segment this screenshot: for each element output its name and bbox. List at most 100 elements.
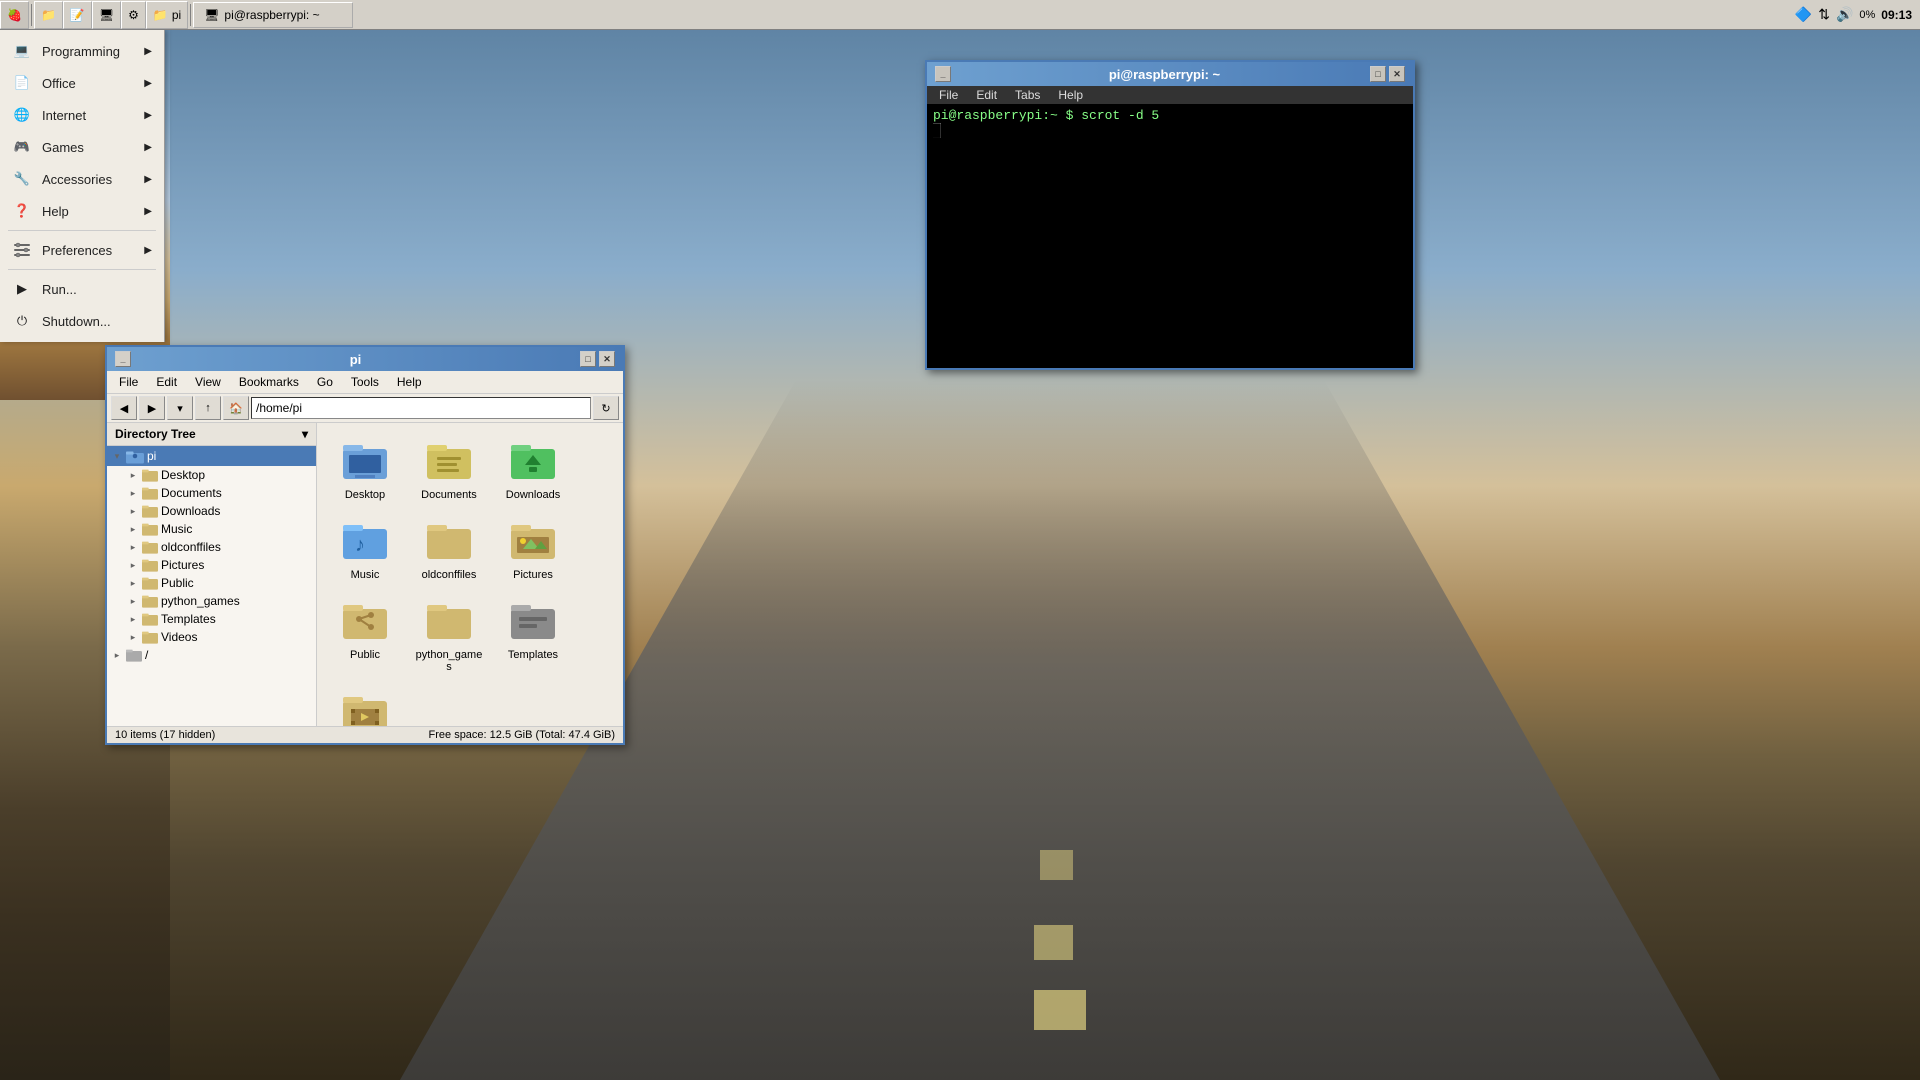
tree-item-music[interactable]: ▸ Music xyxy=(107,520,316,538)
menu-item-run[interactable]: ▶ Run... xyxy=(0,273,164,305)
term-menu-edit[interactable]: Edit xyxy=(968,87,1005,103)
oldconffiles-folder-icon xyxy=(425,517,473,565)
file-manager-titlebar[interactable]: _ pi □ ✕ xyxy=(107,347,623,371)
arrow-accessories: ▶ xyxy=(144,174,152,185)
help-icon: ❓ xyxy=(12,201,32,221)
menu-item-help[interactable]: ❓ Help ▶ xyxy=(0,195,164,227)
menu-bookmarks[interactable]: Bookmarks xyxy=(231,373,307,391)
minimize-button[interactable]: _ xyxy=(115,351,131,367)
tree-item-documents[interactable]: ▸ Documents xyxy=(107,484,316,502)
file-item-documents[interactable]: Documents xyxy=(409,431,489,507)
terminal-title: pi@raspberrypi: ~ xyxy=(959,67,1370,82)
menu-item-preferences[interactable]: Preferences ▶ xyxy=(0,234,164,266)
tree-item-public[interactable]: ▸ Public xyxy=(107,574,316,592)
terminal-maximize-btn[interactable]: □ xyxy=(1370,66,1386,82)
task-terminal-label: pi@raspberrypi: ~ xyxy=(224,8,319,22)
tree-item-pi[interactable]: ▾ pi xyxy=(107,446,316,466)
menu-item-programming[interactable]: 💻 Programming ▶ xyxy=(0,35,164,67)
forward-arrow-btn[interactable]: ▾ xyxy=(167,396,193,420)
term-menu-tabs[interactable]: Tabs xyxy=(1007,87,1048,103)
oldconffiles-label: oldconffiles xyxy=(422,569,477,581)
office-label: Office xyxy=(42,76,76,91)
menu-item-office[interactable]: 📄 Office ▶ xyxy=(0,67,164,99)
tree-root-icon xyxy=(126,648,142,662)
file-item-desktop[interactable]: Desktop xyxy=(325,431,405,507)
desktop-label: Desktop xyxy=(345,489,385,501)
text-editor-button[interactable]: 📝 xyxy=(63,1,92,29)
file-item-public[interactable]: Public xyxy=(325,591,405,679)
tree-pi-label: pi xyxy=(147,449,156,463)
back-button[interactable]: ◀ xyxy=(111,396,137,420)
tree-item-python-games[interactable]: ▸ python_games xyxy=(107,592,316,610)
run-icon: ▶ xyxy=(12,279,32,299)
terminal-body[interactable]: pi@raspberrypi:~ $ scrot -d 5 █ xyxy=(927,104,1413,368)
terminal-titlebar[interactable]: _ pi@raspberrypi: ~ □ ✕ xyxy=(927,62,1413,86)
directory-tree-label: Directory Tree xyxy=(115,427,196,441)
config-button[interactable]: ⚙ xyxy=(121,1,146,29)
file-item-templates[interactable]: Templates xyxy=(493,591,573,679)
menu-edit[interactable]: Edit xyxy=(148,373,185,391)
tree-item-pictures[interactable]: ▸ Pictures xyxy=(107,556,316,574)
file-item-videos[interactable]: Videos xyxy=(325,683,405,726)
downloads-label: Downloads xyxy=(506,489,560,501)
tree-item-videos[interactable]: ▸ Videos xyxy=(107,628,316,646)
tree-item-root[interactable]: ▸ / xyxy=(107,646,316,664)
task-pi[interactable]: 📁 pi xyxy=(146,1,188,29)
sidebar: Directory Tree ▾ ▾ pi ▸ xyxy=(107,423,317,726)
tree-desktop-icon xyxy=(142,468,158,482)
tree-oldconffiles-label: oldconffiles xyxy=(161,540,221,554)
directory-tree-header[interactable]: Directory Tree ▾ xyxy=(107,423,316,446)
menu-item-accessories[interactable]: 🔧 Accessories ▶ xyxy=(0,163,164,195)
close-button[interactable]: ✕ xyxy=(599,351,615,367)
file-item-downloads[interactable]: Downloads xyxy=(493,431,573,507)
run-label: Run... xyxy=(42,282,77,297)
public-folder-icon xyxy=(341,597,389,645)
templates-folder-icon xyxy=(509,597,557,645)
forward-button[interactable]: ▶ xyxy=(139,396,165,420)
tree-pictures-icon xyxy=(142,558,158,572)
terminal-close-btn[interactable]: ✕ xyxy=(1389,66,1405,82)
menu-item-shutdown[interactable]: ⏻ Shutdown... xyxy=(0,305,164,337)
file-item-oldconffiles[interactable]: oldconffiles xyxy=(409,511,489,587)
menu-button[interactable]: 🍓 xyxy=(0,1,29,29)
music-label: Music xyxy=(351,569,380,581)
term-menu-help[interactable]: Help xyxy=(1050,87,1091,103)
menu-tools[interactable]: Tools xyxy=(343,373,387,391)
menu-view[interactable]: View xyxy=(187,373,229,391)
file-item-python-games[interactable]: python_games xyxy=(409,591,489,679)
menu-item-games[interactable]: 🎮 Games ▶ xyxy=(0,131,164,163)
terminal-minimize-btn[interactable]: _ xyxy=(935,66,951,82)
divider2 xyxy=(8,269,156,270)
address-bar: /home/pi xyxy=(251,397,591,419)
task-terminal-btn[interactable]: 🖥 pi@raspberrypi: ~ xyxy=(193,2,353,28)
tree-item-templates[interactable]: ▸ Templates xyxy=(107,610,316,628)
menu-help[interactable]: Help xyxy=(389,373,430,391)
shutdown-icon: ⏻ xyxy=(12,311,32,331)
separator1 xyxy=(31,4,32,26)
terminal-button[interactable]: 🖥 xyxy=(92,1,121,29)
file-item-pictures[interactable]: Pictures xyxy=(493,511,573,587)
office-icon: 📄 xyxy=(12,73,32,93)
folder-button[interactable]: 📁 xyxy=(34,1,63,29)
tree-item-desktop[interactable]: ▸ Desktop xyxy=(107,466,316,484)
expand-templates: ▸ xyxy=(127,613,139,625)
tree-videos-label: Videos xyxy=(161,630,197,644)
menu-file[interactable]: File xyxy=(111,373,146,391)
menu-item-internet[interactable]: 🌐 Internet ▶ xyxy=(0,99,164,131)
task-pi-icon: 📁 xyxy=(153,8,168,22)
home-button[interactable]: 🏠 xyxy=(223,396,249,420)
tree-pictures-label: Pictures xyxy=(161,558,204,572)
term-menu-file[interactable]: File xyxy=(931,87,966,103)
main-content: Desktop Documents xyxy=(317,423,623,726)
tree-desktop-label: Desktop xyxy=(161,468,205,482)
file-item-music[interactable]: ♪ Music xyxy=(325,511,405,587)
svg-text:♪: ♪ xyxy=(355,534,365,556)
tree-item-oldconffiles[interactable]: ▸ oldconffiles xyxy=(107,538,316,556)
accessories-label: Accessories xyxy=(42,172,112,187)
disk-space: Free space: 12.5 GiB (Total: 47.4 GiB) xyxy=(429,729,615,741)
refresh-button[interactable]: ↻ xyxy=(593,396,619,420)
up-button[interactable]: ↑ xyxy=(195,396,221,420)
tree-item-downloads[interactable]: ▸ Downloads xyxy=(107,502,316,520)
menu-go[interactable]: Go xyxy=(309,373,341,391)
maximize-button[interactable]: □ xyxy=(580,351,596,367)
